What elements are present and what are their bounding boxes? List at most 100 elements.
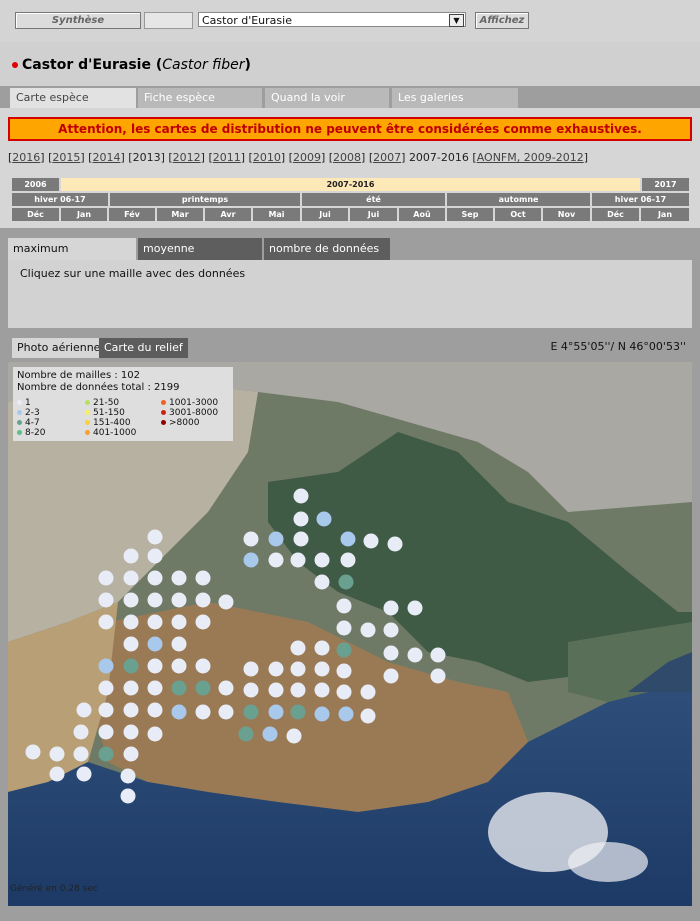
grid-cell-dot[interactable]	[286, 728, 302, 744]
grid-cell-dot[interactable]	[262, 726, 278, 742]
grid-cell-dot[interactable]	[98, 724, 114, 740]
year-link[interactable]: 2009	[293, 151, 321, 164]
grid-cell-dot[interactable]	[147, 548, 163, 564]
grid-cell-dot[interactable]	[147, 614, 163, 630]
grid-cell-dot[interactable]	[268, 704, 284, 720]
grid-cell-dot[interactable]	[147, 592, 163, 608]
year-link[interactable]: 2015	[52, 151, 80, 164]
grid-cell-dot[interactable]	[73, 746, 89, 762]
grid-cell-dot[interactable]	[171, 680, 187, 696]
grid-cell-dot[interactable]	[387, 536, 403, 552]
grid-cell-dot[interactable]	[336, 663, 352, 679]
grid-cell-dot[interactable]	[243, 704, 259, 720]
year-link[interactable]: 2016	[12, 151, 40, 164]
grid-cell-dot[interactable]	[243, 552, 259, 568]
grid-cell-dot[interactable]	[293, 488, 309, 504]
species-select[interactable]: Castor d'Eurasie ▼	[198, 12, 466, 27]
grid-cell-dot[interactable]	[336, 642, 352, 658]
grid-cell-dot[interactable]	[123, 570, 139, 586]
grid-cell-dot[interactable]	[316, 511, 332, 527]
grid-cell-dot[interactable]	[290, 661, 306, 677]
cal-month[interactable]: Nov	[543, 208, 590, 221]
filter-box[interactable]	[144, 12, 193, 29]
grid-cell-dot[interactable]	[338, 574, 354, 590]
grid-cell-dot[interactable]	[268, 531, 284, 547]
grid-cell-dot[interactable]	[123, 746, 139, 762]
grid-cell-dot[interactable]	[123, 614, 139, 630]
grid-cell-dot[interactable]	[290, 682, 306, 698]
grid-cell-dot[interactable]	[407, 647, 423, 663]
grid-cell-dot[interactable]	[123, 702, 139, 718]
cal-month[interactable]: Jan	[61, 208, 107, 221]
grid-cell-dot[interactable]	[338, 706, 354, 722]
grid-cell-dot[interactable]	[314, 552, 330, 568]
grid-cell-dot[interactable]	[290, 640, 306, 656]
grid-cell-dot[interactable]	[147, 726, 163, 742]
grid-cell-dot[interactable]	[76, 766, 92, 782]
grid-cell-dot[interactable]	[123, 724, 139, 740]
cal-month[interactable]: Sep	[447, 208, 493, 221]
grid-cell-dot[interactable]	[123, 680, 139, 696]
grid-cell-dot[interactable]	[243, 661, 259, 677]
cal-month[interactable]: Jan	[641, 208, 689, 221]
aonfm-link[interactable]: AONFM, 2009-2012	[477, 151, 584, 164]
grid-cell-dot[interactable]	[238, 726, 254, 742]
grid-cell-dot[interactable]	[73, 724, 89, 740]
grid-cell-dot[interactable]	[171, 636, 187, 652]
grid-cell-dot[interactable]	[293, 531, 309, 547]
cal-month[interactable]: Fév	[109, 208, 155, 221]
grid-cell-dot[interactable]	[171, 658, 187, 674]
chevron-down-icon[interactable]: ▼	[449, 14, 464, 27]
tab-carte-espece[interactable]: Carte espèce	[10, 88, 136, 108]
grid-cell-dot[interactable]	[336, 598, 352, 614]
grid-cell-dot[interactable]	[218, 680, 234, 696]
grid-cell-dot[interactable]	[218, 704, 234, 720]
grid-cell-dot[interactable]	[98, 702, 114, 718]
grid-cell-dot[interactable]	[340, 531, 356, 547]
tab-moyenne[interactable]: moyenne	[138, 238, 262, 260]
grid-cell-dot[interactable]	[147, 570, 163, 586]
grid-cell-dot[interactable]	[123, 592, 139, 608]
grid-cell-dot[interactable]	[268, 661, 284, 677]
tab-fiche-espece[interactable]: Fiche espèce	[138, 88, 262, 108]
grid-cell-dot[interactable]	[120, 768, 136, 784]
grid-cell-dot[interactable]	[195, 614, 211, 630]
grid-cell-dot[interactable]	[98, 592, 114, 608]
grid-cell-dot[interactable]	[290, 704, 306, 720]
grid-cell-dot[interactable]	[383, 600, 399, 616]
grid-cell-dot[interactable]	[171, 570, 187, 586]
grid-cell-dot[interactable]	[147, 680, 163, 696]
grid-cell-dot[interactable]	[314, 661, 330, 677]
tab-nombre-donnees[interactable]: nombre de données	[264, 238, 390, 260]
grid-cell-dot[interactable]	[360, 622, 376, 638]
grid-cell-dot[interactable]	[98, 614, 114, 630]
grid-cell-dot[interactable]	[314, 574, 330, 590]
grid-cell-dot[interactable]	[98, 746, 114, 762]
grid-cell-dot[interactable]	[407, 600, 423, 616]
grid-cell-dot[interactable]	[430, 647, 446, 663]
cal-month[interactable]: Mai	[253, 208, 300, 221]
grid-cell-dot[interactable]	[383, 645, 399, 661]
cal-year-current[interactable]: 2007-2016	[61, 178, 640, 191]
grid-cell-dot[interactable]	[268, 552, 284, 568]
grid-cell-dot[interactable]	[98, 570, 114, 586]
grid-cell-dot[interactable]	[171, 614, 187, 630]
grid-cell-dot[interactable]	[383, 668, 399, 684]
grid-cell-dot[interactable]	[123, 658, 139, 674]
grid-cell-dot[interactable]	[25, 744, 41, 760]
cal-month[interactable]: Jui	[302, 208, 348, 221]
grid-cell-dot[interactable]	[195, 680, 211, 696]
cal-season[interactable]: hiver 06-17	[592, 193, 689, 206]
cal-month[interactable]: Avr	[205, 208, 251, 221]
grid-cell-dot[interactable]	[268, 682, 284, 698]
tab-maximum[interactable]: maximum	[8, 238, 136, 260]
grid-cell-dot[interactable]	[293, 511, 309, 527]
grid-cell-dot[interactable]	[123, 548, 139, 564]
grid-cell-dot[interactable]	[314, 706, 330, 722]
synthese-button[interactable]: Synthèse	[15, 12, 141, 29]
grid-cell-dot[interactable]	[195, 592, 211, 608]
afficher-button[interactable]: Affichez	[475, 12, 529, 29]
grid-cell-dot[interactable]	[123, 636, 139, 652]
year-link[interactable]: 2011	[213, 151, 241, 164]
grid-cell-dot[interactable]	[290, 552, 306, 568]
